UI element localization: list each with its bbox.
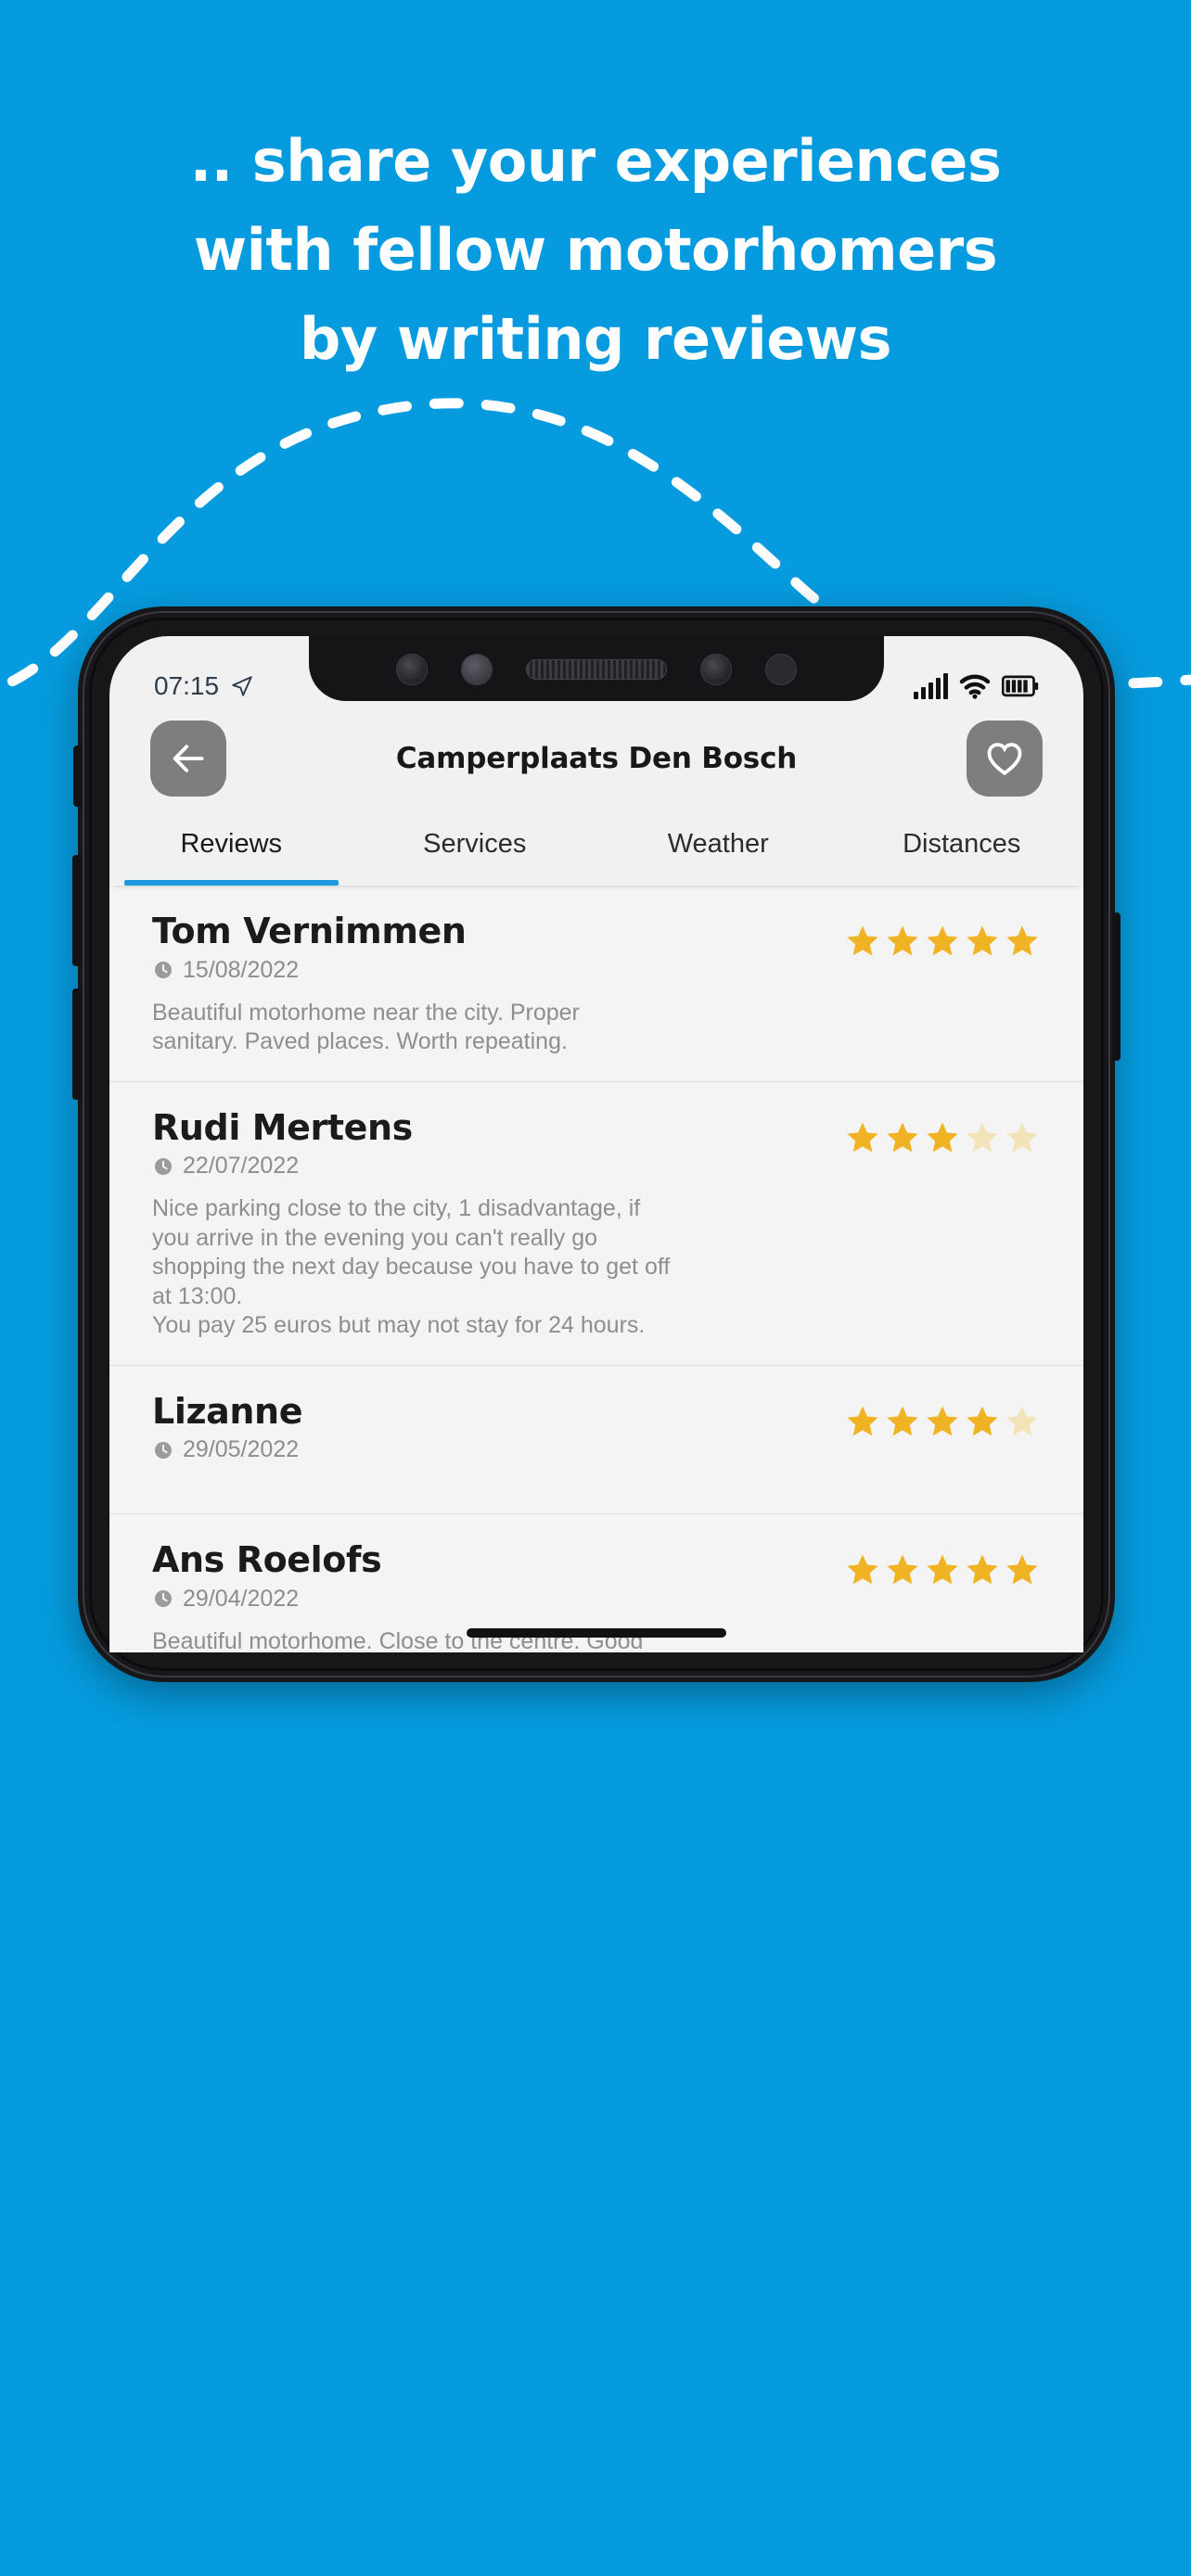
promo-headline: .. share your experiences with fellow mo… [0, 117, 1191, 384]
review-date-row: 22/07/2022 [152, 1153, 844, 1180]
tab-services-label: Services [423, 829, 527, 859]
rating-stars [844, 912, 1041, 960]
favorite-button[interactable] [967, 721, 1043, 797]
star-filled-icon [967, 1406, 998, 1435]
back-arrow-icon [173, 745, 204, 772]
review-date: 22/07/2022 [183, 1153, 300, 1180]
back-button[interactable] [150, 721, 226, 797]
review-date: 29/05/2022 [183, 1436, 300, 1463]
review-meta: Ans Roelofs 29/04/2022 [152, 1540, 844, 1613]
star-empty-icon [1006, 1122, 1038, 1152]
star-filled-icon [887, 1406, 918, 1435]
star-empty-icon [1006, 1406, 1038, 1435]
star-filled-icon [927, 1554, 958, 1585]
phone-silent-switch[interactable] [73, 746, 82, 807]
reviews-list: Tom Vernimmen 15/08/2022 Beautiful motor… [109, 886, 1083, 1652]
headline-line-3: by writing reviews [299, 305, 892, 373]
star-filled-icon [967, 1554, 998, 1585]
app-header: Camperplaats Den Bosch [109, 712, 1083, 805]
home-indicator[interactable] [467, 1628, 726, 1638]
page-title: Camperplaats Den Bosch [395, 742, 798, 775]
tab-distances[interactable]: Distances [840, 805, 1084, 886]
review-item[interactable]: Tom Vernimmen 15/08/2022 Beautiful motor… [109, 886, 1083, 1082]
review-header: Lizanne 29/05/2022 [152, 1392, 1041, 1464]
headline-line-1: .. share your experiences [189, 127, 1002, 195]
clock-icon [155, 1590, 172, 1608]
star-filled-icon [927, 1122, 958, 1152]
review-item[interactable]: Lizanne 29/05/2022 [109, 1365, 1083, 1515]
review-header: Rudi Mertens 22/07/2022 [152, 1106, 1041, 1180]
star-filled-icon [967, 925, 998, 956]
reviewer-name: Rudi Mertens [152, 1106, 413, 1148]
star-filled-icon [847, 925, 878, 956]
review-text: Beautiful motorhome near the city. Prope… [152, 999, 580, 1055]
rating-stars [844, 1392, 1041, 1440]
review-header: Ans Roelofs 29/04/2022 [152, 1540, 1041, 1613]
reviewer-name: Lizanne [152, 1390, 303, 1432]
status-bar-time: 07:15 [154, 671, 220, 700]
review-date: 15/08/2022 [183, 956, 300, 983]
star-filled-icon [927, 925, 958, 956]
star-filled-icon [847, 1406, 878, 1435]
phone-power-button[interactable] [1112, 912, 1121, 1061]
clock-icon [155, 962, 172, 979]
status-bar: 07:15 [109, 636, 1083, 712]
phone-volume-down-button[interactable] [72, 988, 81, 1100]
star-filled-icon [847, 1122, 878, 1152]
status-bar-left: 07:15 [154, 671, 254, 701]
reviewer-name: Tom Vernimmen [152, 911, 467, 951]
review-date-row: 29/05/2022 [152, 1436, 844, 1463]
rating-stars [844, 1108, 1041, 1156]
star-filled-icon [887, 1122, 918, 1152]
wifi-icon [959, 674, 991, 699]
tab-weather[interactable]: Weather [596, 805, 840, 886]
tab-reviews[interactable]: Reviews [109, 805, 353, 886]
star-filled-icon [1006, 1554, 1038, 1585]
clock-icon [155, 1441, 172, 1459]
review-text: Nice parking close to the city, 1 disadv… [152, 1195, 671, 1339]
clock-icon [155, 1157, 172, 1175]
review-meta: Tom Vernimmen 15/08/2022 [152, 912, 844, 984]
phone-mockup: 07:15 Camperplaats Den Bosch Reviews Ser… [72, 606, 1121, 1682]
review-date-row: 15/08/2022 [152, 957, 844, 984]
star-empty-icon [967, 1122, 998, 1152]
tab-services[interactable]: Services [353, 805, 597, 886]
review-date: 29/04/2022 [183, 1585, 300, 1612]
star-filled-icon [927, 1406, 958, 1435]
review-meta: Rudi Mertens 22/07/2022 [152, 1106, 844, 1180]
star-filled-icon [887, 925, 918, 956]
review-item[interactable]: Rudi Mertens 22/07/2022 Nice parking clo… [109, 1081, 1083, 1366]
location-arrow-icon [232, 676, 252, 696]
phone-volume-up-button[interactable] [72, 855, 81, 966]
star-filled-icon [847, 1554, 878, 1585]
review-header: Tom Vernimmen 15/08/2022 [152, 912, 1041, 984]
reviewer-name: Ans Roelofs [152, 1539, 382, 1581]
status-bar-right [914, 673, 1039, 699]
tab-reviews-label: Reviews [180, 829, 283, 859]
review-date-row: 29/04/2022 [152, 1586, 844, 1613]
star-filled-icon [1006, 925, 1038, 956]
tab-bar: Reviews Services Weather Distances [109, 805, 1083, 886]
heart-icon [987, 743, 1022, 775]
phone-screen: 07:15 Camperplaats Den Bosch Reviews Ser… [109, 636, 1083, 1652]
tab-weather-label: Weather [667, 829, 769, 859]
battery-icon [1002, 675, 1039, 697]
cellular-signal-icon [914, 673, 948, 699]
headline-line-2: with fellow motorhomers [193, 216, 998, 284]
review-meta: Lizanne 29/05/2022 [152, 1392, 844, 1464]
tab-distances-label: Distances [903, 829, 1021, 859]
rating-stars [844, 1540, 1041, 1588]
star-filled-icon [887, 1554, 918, 1585]
